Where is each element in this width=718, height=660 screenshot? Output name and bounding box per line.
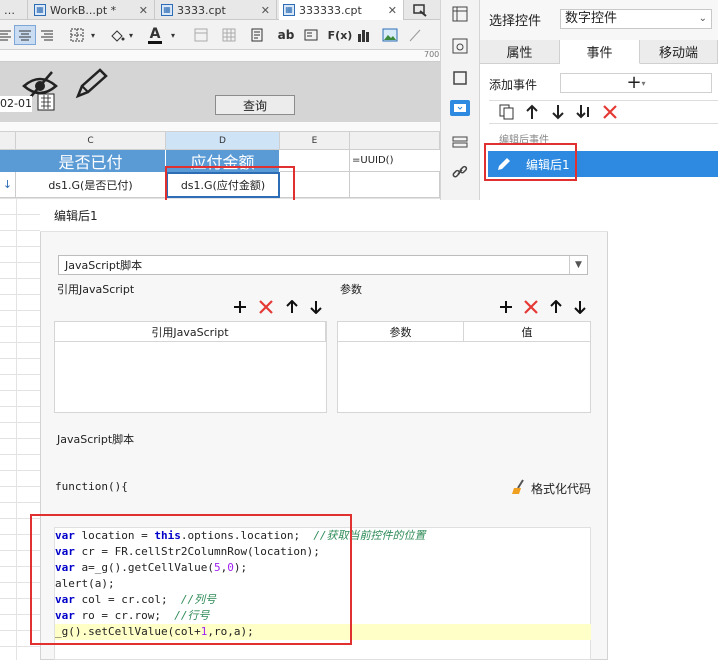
query-button[interactable]: 查询 <box>215 95 295 115</box>
widget-settings-icon[interactable] <box>452 38 468 54</box>
column-header-e[interactable]: E <box>280 132 350 150</box>
chevron-down-icon: ▼ <box>569 256 587 274</box>
report-icon: ▦ <box>283 4 295 16</box>
chart-icon[interactable] <box>354 25 374 45</box>
close-icon[interactable]: ✕ <box>261 4 270 17</box>
cell-f2[interactable] <box>350 172 440 198</box>
merge-cell-icon[interactable] <box>190 25 212 45</box>
column-header-d[interactable]: D <box>166 132 280 150</box>
cell-attr-icon[interactable] <box>452 6 468 22</box>
chevron-down-icon[interactable]: ▾ <box>88 25 98 45</box>
tab-workbook[interactable]: ▦ WorkB...pt * ✕ <box>30 0 155 20</box>
chevron-down-icon[interactable]: ▾ <box>126 25 136 45</box>
select-control-label: 选择控件 <box>489 14 542 29</box>
script-type-value: JavaScript脚本 <box>65 259 143 272</box>
align-right-icon[interactable] <box>38 25 56 45</box>
delete-icon[interactable] <box>602 104 618 120</box>
add-ref-js-button[interactable] <box>232 299 248 315</box>
slash-icon[interactable] <box>405 25 425 45</box>
report-icon: ▦ <box>161 4 173 16</box>
param-down-button[interactable] <box>572 299 588 315</box>
tab-partial[interactable]: … <box>0 0 28 20</box>
font-color-letter: A <box>149 25 161 42</box>
control-select-value: 数字控件 <box>565 11 618 26</box>
formula-button[interactable]: F(x) <box>327 25 353 45</box>
close-icon[interactable]: ✕ <box>388 4 397 17</box>
sheet-gap <box>0 122 440 132</box>
uuid-cell[interactable]: =UUID() <box>350 150 440 172</box>
value-column-header: 值 <box>464 322 590 342</box>
dialog-title: 编辑后1 <box>40 200 608 232</box>
add-event-label: 添加事件 <box>489 78 538 92</box>
tab-properties[interactable]: 属性 <box>480 40 560 64</box>
header-cell-paid[interactable]: 是否已付 <box>16 150 166 172</box>
link-icon[interactable] <box>452 164 468 180</box>
move-bottom-icon[interactable] <box>575 104 593 120</box>
tab-3333[interactable]: ▦ 3333.cpt ✕ <box>157 0 277 20</box>
edit-icon[interactable] <box>74 68 108 100</box>
ruler: 700 <box>0 50 440 62</box>
insert-text-icon[interactable] <box>247 25 267 45</box>
param-column-header: 参数 <box>338 322 464 342</box>
chevron-down-icon[interactable]: ▾ <box>168 25 178 45</box>
ruler-mark: 700 <box>424 50 440 59</box>
align-left-icon[interactable] <box>0 25 12 45</box>
move-down-icon[interactable] <box>550 104 566 120</box>
insert-ab-button[interactable]: ab <box>275 25 297 45</box>
tab-mobile[interactable]: 移动端 <box>640 40 718 64</box>
workbook-icon: ▦ <box>34 4 46 16</box>
chevron-down-icon: ⌄ <box>698 13 707 24</box>
function-header: function(){ <box>55 480 128 493</box>
close-icon[interactable]: ✕ <box>139 4 148 17</box>
broom-icon <box>511 479 527 498</box>
remove-param-button[interactable] <box>523 299 539 315</box>
add-param-button[interactable] <box>498 299 514 315</box>
column-header-c[interactable]: C <box>16 132 166 150</box>
format-code-button[interactable]: 格式化代码 <box>511 479 591 498</box>
data-set-icon[interactable] <box>452 134 468 150</box>
param-up-button[interactable] <box>548 299 564 315</box>
format-code-label: 格式化代码 <box>531 482 592 496</box>
chevron-down-icon: ▾ <box>641 78 646 88</box>
script-type-select[interactable]: JavaScript脚本 ▼ <box>58 255 588 275</box>
ref-js-down-button[interactable] <box>308 299 324 315</box>
align-center-icon[interactable] <box>14 25 36 45</box>
cell-b2[interactable]: ↓ <box>0 172 16 198</box>
insert-picture-text-icon[interactable] <box>301 25 321 45</box>
table-icon[interactable] <box>218 25 240 45</box>
param-table: 参数 值 <box>337 321 591 413</box>
control-icon-selected[interactable] <box>450 100 470 116</box>
control-select[interactable]: 数字控件 ⌄ <box>560 9 712 29</box>
copy-icon[interactable] <box>499 104 515 120</box>
move-up-icon[interactable] <box>524 104 540 120</box>
highlight-code-box <box>30 514 352 645</box>
header-cell-b[interactable] <box>0 150 16 172</box>
tab-menu-icon[interactable] <box>412 3 428 17</box>
frame-icon[interactable] <box>452 70 468 86</box>
tab-333333[interactable]: ▦ 333333.cpt ✕ <box>279 0 404 20</box>
formula-cell-paid[interactable]: ds1.G(是否已付) <box>16 172 166 198</box>
plus-icon: + <box>626 72 642 93</box>
row-corner <box>0 132 16 150</box>
ref-js-column-header: 引用JavaScript <box>55 322 326 342</box>
add-event-button[interactable]: + ▾ <box>560 73 712 93</box>
tab-workbook-label: WorkB...pt * <box>50 3 117 17</box>
params-label: 参数 <box>340 283 362 296</box>
border-icon[interactable] <box>66 25 88 45</box>
tab-3333-label: 3333.cpt <box>177 3 226 17</box>
ref-js-table: 引用JavaScript <box>54 321 327 413</box>
image-icon[interactable] <box>380 25 400 45</box>
highlight-event-box <box>484 143 577 181</box>
fill-color-icon[interactable] <box>108 25 126 45</box>
ref-js-label: 引用JavaScript <box>57 283 135 296</box>
date-field[interactable]: 02-01 <box>0 96 32 112</box>
tab-partial-label: … <box>4 3 15 17</box>
tab-333333-label: 333333.cpt <box>299 3 362 17</box>
remove-ref-js-button[interactable] <box>258 299 274 315</box>
font-color-icon[interactable]: A <box>145 25 165 45</box>
tab-events[interactable]: 事件 <box>560 40 640 64</box>
ref-js-up-button[interactable] <box>284 299 300 315</box>
script-label: JavaScript脚本 <box>57 433 135 446</box>
column-header-f[interactable] <box>350 132 440 150</box>
